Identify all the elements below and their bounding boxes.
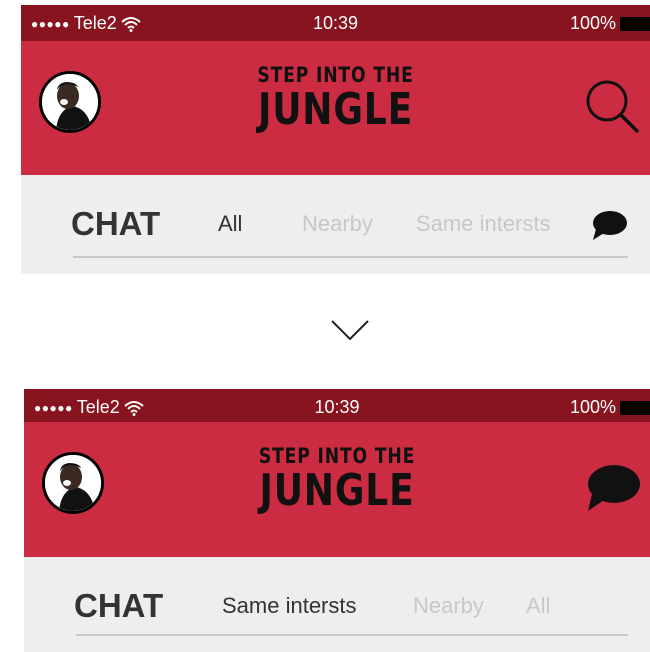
screen-before: ●●●●● Tele2 10:39 100% STEP INTO THE JUN…: [21, 5, 650, 274]
app-header: STEP INTO THE JUNGLE: [24, 422, 650, 557]
status-time: 10:39: [314, 397, 360, 417]
logo-line-1: STEP INTO THE: [258, 444, 416, 468]
app-logo: STEP INTO THE JUNGLE: [21, 65, 650, 132]
status-time: 10:39: [312, 13, 359, 33]
tab-underline: [76, 634, 628, 636]
section-title: CHAT: [74, 587, 164, 624]
chat-bubble-icon[interactable]: [582, 462, 642, 512]
tab-nearby[interactable]: Nearby: [413, 593, 484, 619]
app-header: STEP INTO THE JUNGLE: [21, 41, 650, 175]
battery-percent: 100%: [569, 397, 616, 417]
battery-percent: 100%: [569, 13, 616, 33]
battery-icon: [620, 16, 650, 31]
logo-line-2: JUNGLE: [259, 465, 415, 516]
tab-same-interests[interactable]: Same intersts: [222, 593, 357, 619]
tab-underline: [73, 256, 628, 258]
logo-line-2: JUNGLE: [257, 84, 414, 135]
section-title: CHAT: [71, 205, 161, 242]
tab-all[interactable]: All: [526, 593, 550, 619]
screen-after: ●●●●● Tele2 10:39 100% STEP INTO THE JUN…: [24, 389, 650, 652]
chat-bubble-icon[interactable]: [590, 209, 628, 241]
app-logo: STEP INTO THE JUNGLE: [24, 446, 650, 513]
tab-nearby[interactable]: Nearby: [302, 211, 373, 237]
status-bar: ●●●●● Tele2 10:39 100%: [21, 5, 650, 41]
chevron-down-icon: [331, 320, 369, 341]
tab-same-interests[interactable]: Same intersts: [416, 211, 551, 237]
chat-tab-bar: CHAT All Nearby Same intersts: [21, 175, 650, 274]
status-bar: ●●●●● Tele2 10:39 100%: [24, 389, 650, 422]
battery-icon: [620, 400, 650, 415]
chat-tab-bar: CHAT Same intersts Nearby All: [24, 557, 650, 652]
logo-line-1: STEP INTO THE: [257, 63, 414, 87]
search-icon[interactable]: [584, 78, 640, 134]
tab-all[interactable]: All: [218, 211, 242, 237]
